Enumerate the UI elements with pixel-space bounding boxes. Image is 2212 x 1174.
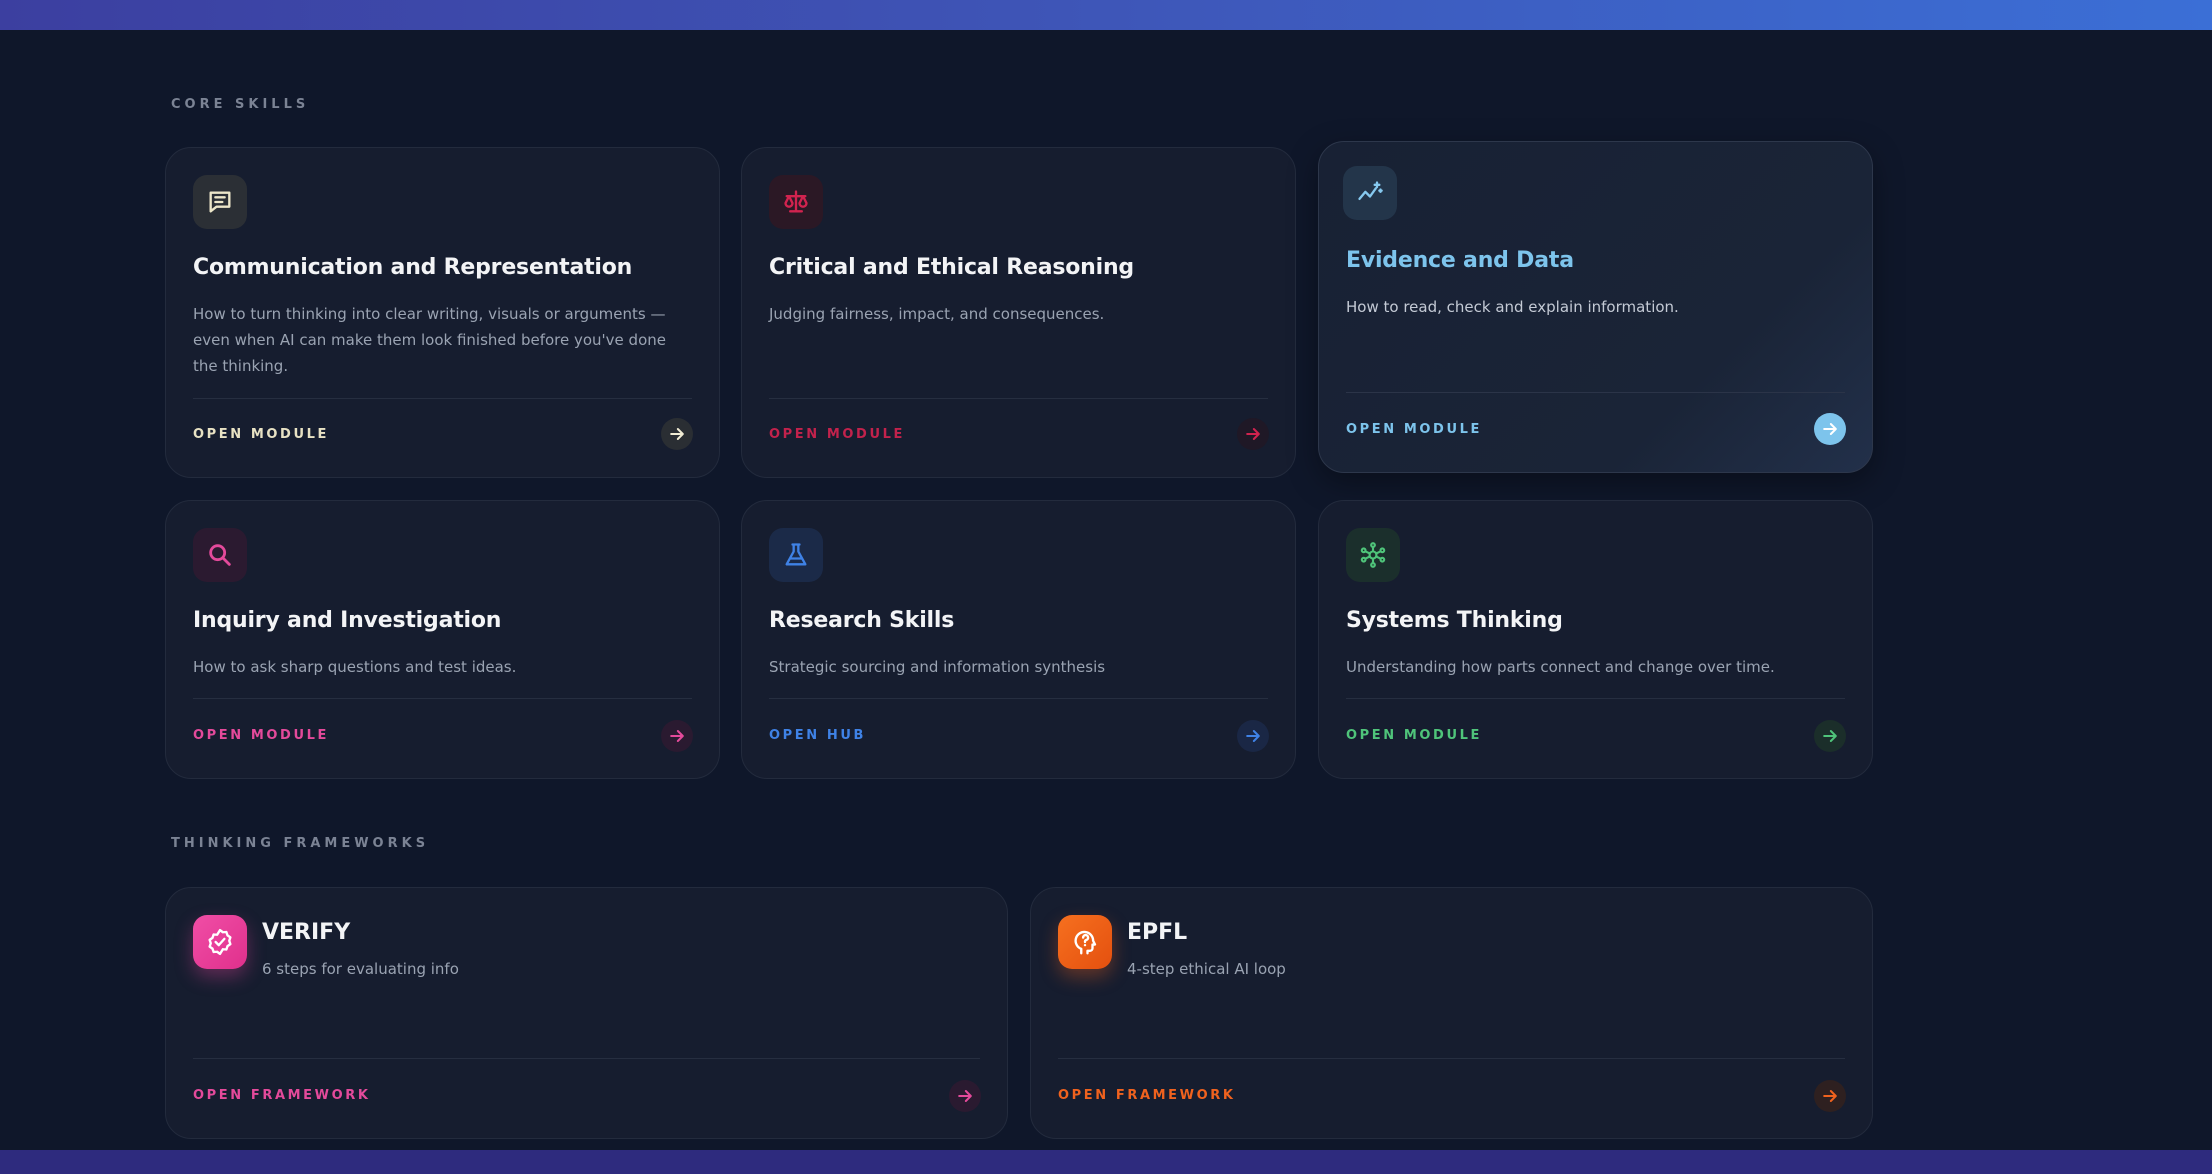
- card-description: Strategic sourcing and information synth…: [769, 658, 1106, 676]
- card-title: Research Skills: [769, 608, 955, 633]
- framework-title: VERIFY: [262, 920, 351, 945]
- card-divider: [769, 398, 1268, 399]
- card-description: Understanding how parts connect and chan…: [1346, 658, 1775, 676]
- chat-icon: [193, 175, 247, 229]
- open-hub-link[interactable]: OPEN HUB: [769, 728, 866, 743]
- card-divider: [1058, 1058, 1845, 1059]
- trend-sparkle-icon: [1343, 166, 1397, 220]
- open-module-link[interactable]: OPEN MODULE: [193, 427, 329, 442]
- scale-icon: [769, 175, 823, 229]
- open-module-link[interactable]: OPEN MODULE: [193, 728, 329, 743]
- card-divider: [769, 698, 1268, 699]
- section-label-core-skills: CORE SKILLS: [171, 97, 310, 112]
- card-description: How to read, check and explain informati…: [1346, 298, 1679, 316]
- card-description: How to turn thinking into clear writing,…: [193, 305, 666, 375]
- card-title: Systems Thinking: [1346, 608, 1563, 633]
- card-divider: [193, 1058, 980, 1059]
- card-research[interactable]: Research Skills Strategic sourcing and i…: [741, 500, 1296, 779]
- card-description: Judging fairness, impact, and consequenc…: [769, 305, 1105, 323]
- section-label-thinking-frameworks: THINKING FRAMEWORKS: [171, 836, 430, 851]
- card-evidence-data[interactable]: Evidence and Data How to read, check and…: [1318, 141, 1873, 473]
- framework-card-epfl[interactable]: EPFL 4-step ethical AI loop OPEN FRAMEWO…: [1030, 887, 1873, 1139]
- card-title: Communication and Representation: [193, 255, 633, 280]
- open-module-link[interactable]: OPEN MODULE: [1346, 728, 1482, 743]
- card-description: How to ask sharp questions and test idea…: [193, 658, 517, 676]
- framework-subtitle: 4-step ethical AI loop: [1127, 960, 1286, 978]
- open-framework-link[interactable]: OPEN FRAMEWORK: [193, 1088, 371, 1103]
- flask-icon: [769, 528, 823, 582]
- arrow-right-icon[interactable]: [949, 1080, 981, 1112]
- arrow-right-icon[interactable]: [661, 418, 693, 450]
- card-divider: [193, 698, 692, 699]
- card-divider: [193, 398, 692, 399]
- card-divider: [1346, 392, 1845, 393]
- arrow-right-icon[interactable]: [1814, 720, 1846, 752]
- open-framework-link[interactable]: OPEN FRAMEWORK: [1058, 1088, 1236, 1103]
- bottom-bar: [0, 1150, 2212, 1174]
- card-title: Critical and Ethical Reasoning: [769, 255, 1134, 280]
- arrow-right-icon[interactable]: [1814, 1080, 1846, 1112]
- card-title: Inquiry and Investigation: [193, 608, 502, 633]
- card-inquiry[interactable]: Inquiry and Investigation How to ask sha…: [165, 500, 720, 779]
- framework-title: EPFL: [1127, 920, 1188, 945]
- card-divider: [1346, 698, 1845, 699]
- arrow-right-icon[interactable]: [661, 720, 693, 752]
- network-icon: [1346, 528, 1400, 582]
- arrow-right-icon[interactable]: [1237, 418, 1269, 450]
- framework-subtitle: 6 steps for evaluating info: [262, 960, 459, 978]
- arrow-right-icon[interactable]: [1814, 413, 1846, 445]
- top-gradient-bar: [0, 0, 2212, 30]
- card-systems-thinking[interactable]: Systems Thinking Understanding how parts…: [1318, 500, 1873, 779]
- head-question-icon: [1058, 915, 1112, 969]
- card-communication[interactable]: Communication and Representation How to …: [165, 147, 720, 478]
- open-module-link[interactable]: OPEN MODULE: [769, 427, 905, 442]
- arrow-right-icon[interactable]: [1237, 720, 1269, 752]
- open-module-link[interactable]: OPEN MODULE: [1346, 422, 1482, 437]
- framework-card-verify[interactable]: VERIFY 6 steps for evaluating info OPEN …: [165, 887, 1008, 1139]
- card-title: Evidence and Data: [1346, 248, 1574, 273]
- search-icon: [193, 528, 247, 582]
- card-critical-ethical[interactable]: Critical and Ethical Reasoning Judging f…: [741, 147, 1296, 478]
- verified-badge-icon: [193, 915, 247, 969]
